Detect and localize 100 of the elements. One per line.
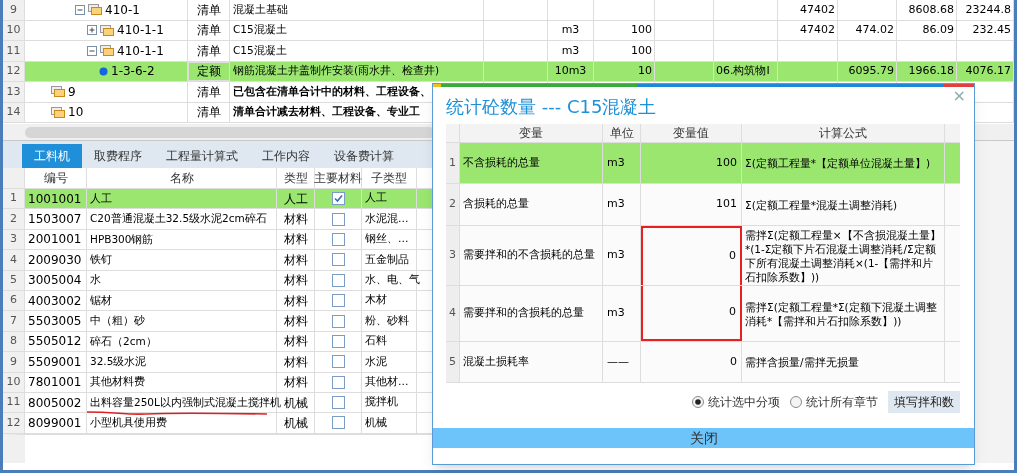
table-cell: 23244.8 — [957, 0, 1014, 20]
row-number: 3 — [3, 229, 25, 250]
unit-cell: m3 — [603, 286, 641, 341]
subtype-cell-text: 水泥混... — [365, 210, 409, 227]
folder-icon — [100, 45, 114, 57]
code-cell-text: 5509001 — [28, 353, 82, 371]
row-number: 5 — [3, 270, 25, 290]
type-cell-text: 材料 — [283, 231, 308, 249]
tab[interactable]: 工作内容 — [250, 144, 322, 168]
table-cell: 86.09 — [897, 20, 957, 40]
radio-button[interactable] — [692, 396, 704, 408]
name-cell-text: 铁钉 — [90, 252, 112, 267]
name-cell-text: 人工 — [90, 190, 112, 206]
checkbox[interactable] — [331, 375, 345, 389]
type-cell-text: 机械 — [283, 415, 308, 432]
table-cell: 10 — [594, 61, 655, 81]
checkbox[interactable] — [331, 334, 345, 348]
code-cell-text: 2009030 — [28, 251, 82, 269]
subtype-cell-text: 机械 — [365, 414, 387, 431]
item-code: 410-1 — [105, 1, 140, 19]
unit-cell: m3 — [603, 184, 641, 225]
checkbox[interactable] — [331, 416, 345, 430]
subtype-cell: 石料 — [365, 333, 387, 350]
row-number: 12 — [3, 61, 25, 81]
item-code: 410-1-1 — [117, 22, 164, 40]
fill-button[interactable]: 填写拌和数 — [888, 391, 960, 413]
variable-cell: 含损耗的总量 — [460, 184, 603, 225]
item-code: 1-3-6-2 — [111, 63, 155, 81]
checkbox[interactable] — [331, 192, 345, 206]
checkbox[interactable] — [331, 294, 345, 308]
type-cell-text: 材料 — [283, 211, 308, 229]
type-cell: 定额 — [188, 61, 230, 81]
value-cell: 101 — [641, 184, 742, 225]
row-number: 9 — [3, 352, 25, 372]
type-cell-text: 材料 — [283, 374, 308, 392]
checkbox[interactable] — [331, 314, 345, 328]
row-number: 4 — [3, 250, 25, 270]
row-number: 11 — [3, 392, 25, 413]
checkbox[interactable] — [331, 232, 345, 246]
name-cell: C15混凝土 — [230, 41, 484, 61]
folder-icon — [100, 24, 114, 36]
type-cell-text: 机械 — [283, 394, 308, 412]
tab[interactable]: 设备费计算 — [322, 144, 406, 168]
formula-cell: Σ(定额工程量*混凝土调整消耗) — [742, 184, 945, 225]
code-cell-text: 5505012 — [28, 333, 82, 351]
value-cell: 0 — [641, 342, 742, 382]
name-cell-text: 锯材 — [90, 292, 112, 308]
collapse-icon[interactable] — [75, 4, 85, 15]
name-cell: C15混凝土 — [230, 20, 484, 40]
code-cell-text: 1001001 — [28, 190, 82, 208]
type-cell-text: 材料 — [283, 313, 308, 331]
unit-cell: m3 — [603, 143, 641, 183]
checkbox[interactable] — [331, 212, 345, 226]
table-cell: 100 — [594, 20, 655, 40]
variable-cell: 混凝土损耗率 — [460, 342, 603, 382]
checkbox[interactable] — [331, 355, 345, 369]
name-cell: 钢筋混凝土井盖制作安装(雨水井、检查井) — [230, 61, 484, 81]
checkbox[interactable] — [331, 396, 345, 410]
item-code: 410-1-1 — [117, 42, 164, 60]
table-cell: 47402 — [778, 0, 838, 20]
name-cell-text: 碎石（2cm） — [90, 333, 157, 349]
table-cell: 47402 — [778, 20, 838, 40]
collapse-icon[interactable] — [87, 45, 97, 56]
code-cell-text: 2001001 — [28, 231, 82, 249]
close-button[interactable]: 关闭 — [433, 428, 974, 448]
tab[interactable]: 工程量计算式 — [154, 144, 250, 168]
code-cell-text: 8099001 — [28, 415, 82, 432]
code-cell-text: 4003002 — [28, 292, 82, 310]
code-cell-text: 8005002 — [28, 394, 82, 412]
option-label: 统计选中分项 — [708, 394, 780, 411]
type-cell: 清单 — [188, 0, 230, 20]
row-number: 7 — [3, 311, 25, 331]
folder-icon — [51, 106, 65, 118]
formula-cell: 需拌Σ(定额工程量*Σ(定额下混凝土调整消耗*【需拌和片石扣除系数】)) — [742, 286, 945, 341]
subtype-cell: 搅拌机 — [365, 394, 398, 411]
row-number: 13 — [3, 82, 25, 102]
expand-icon[interactable] — [87, 25, 97, 36]
horizontal-scrollbar[interactable] — [25, 127, 435, 138]
formula-cell: 需拌Σ(定额工程量×【不含损混凝土量】*(1-Σ定额下片石混凝土调整消耗/Σ定额下所有混凝土调整消耗×(1-【需拌和片石扣除系数】)) — [742, 226, 945, 285]
table-cell: m3 — [548, 20, 594, 40]
table-cell: 06.构筑物Ⅰ — [714, 61, 778, 81]
tab[interactable]: 工料机 — [22, 144, 82, 168]
type-cell: 清单 — [188, 82, 230, 102]
subtype-cell-text: 其他材... — [365, 373, 409, 390]
column-header: 主要材料 — [315, 168, 362, 188]
row-number: 10 — [3, 372, 25, 392]
checkbox[interactable] — [331, 273, 345, 287]
dot-icon — [99, 66, 108, 76]
radio-button[interactable] — [790, 396, 802, 408]
row-number: 3 — [446, 226, 460, 285]
table-cell: 6095.79 — [838, 61, 897, 81]
row-number: 8 — [3, 331, 25, 352]
checkbox[interactable] — [331, 253, 345, 267]
subtype-cell: 人工 — [365, 190, 387, 207]
row-number: 1 — [3, 189, 25, 209]
tab[interactable]: 取费程序 — [82, 144, 154, 168]
subtype-cell-text: 水、电、气 — [365, 272, 420, 288]
option-label: 统计所有章节 — [806, 394, 878, 411]
name-cell: 混凝土基础 — [230, 0, 484, 20]
type-cell-text: 人工 — [283, 190, 308, 208]
